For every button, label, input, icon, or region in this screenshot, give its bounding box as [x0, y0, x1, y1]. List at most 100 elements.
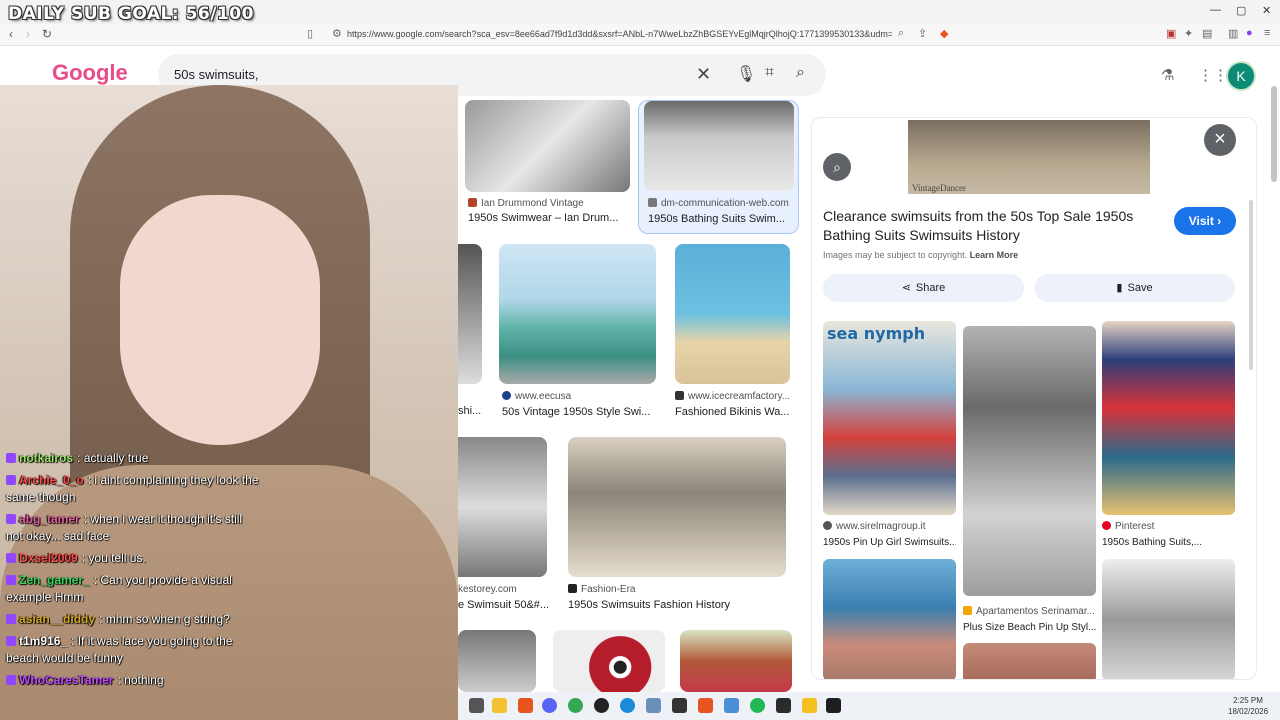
- minimize-icon[interactable]: —: [1210, 4, 1221, 16]
- zoom-icon[interactable]: ⌕: [898, 27, 904, 40]
- result-image[interactable]: [568, 437, 786, 577]
- result-image[interactable]: [458, 244, 482, 384]
- panel-scrollbar[interactable]: [1249, 200, 1253, 370]
- lens-search-icon[interactable]: ⌗: [765, 64, 774, 82]
- related-image[interactable]: [963, 643, 1096, 679]
- page-scrollbar[interactable]: [1271, 86, 1277, 182]
- result-card-selected[interactable]: dm-communication-web.com 1950s Bathing S…: [638, 100, 799, 234]
- search-input[interactable]: 50s swimsuits,: [174, 67, 259, 82]
- extensions-puzzle-icon[interactable]: ✦: [1184, 27, 1193, 40]
- webcam-overlay: notkairos: actually true Archie_0_o: i ai…: [0, 85, 458, 720]
- labs-icon[interactable]: ⚗: [1161, 66, 1174, 84]
- app-icon[interactable]: [672, 698, 687, 713]
- share-button[interactable]: ⋖ Share: [823, 274, 1024, 302]
- related-image[interactable]: [1102, 559, 1235, 679]
- spotify-icon[interactable]: [750, 698, 765, 713]
- chrome-icon[interactable]: [568, 698, 583, 713]
- result-title[interactable]: 1950s Swimsuits Fashion History: [568, 599, 786, 611]
- account-avatar[interactable]: K: [1226, 61, 1256, 91]
- related-image[interactable]: [963, 326, 1096, 596]
- app-icon[interactable]: [724, 698, 739, 713]
- obs-icon[interactable]: [594, 698, 609, 713]
- close-window-icon[interactable]: ✕: [1262, 4, 1271, 17]
- twitch-badge-icon: [6, 553, 16, 563]
- related-title[interactable]: 1950s Bathing Suits,...: [1102, 537, 1235, 548]
- url-field[interactable]: https://www.google.com/search?sca_esv=8e…: [347, 29, 892, 39]
- voice-search-icon[interactable]: 🎙: [736, 64, 756, 84]
- system-clock[interactable]: 2:25 PM 18/02/2026: [1228, 695, 1268, 717]
- visit-button[interactable]: Visit ›: [1174, 207, 1236, 235]
- result-card[interactable]: Fashion-Era 1950s Swimsuits Fashion Hist…: [568, 437, 788, 617]
- result-image[interactable]: [458, 630, 536, 692]
- learn-more-link[interactable]: Learn More: [970, 250, 1019, 260]
- result-image[interactable]: [465, 100, 630, 192]
- terminal-icon[interactable]: [826, 698, 841, 713]
- result-title[interactable]: 50s Vintage 1950s Style Swi...: [502, 406, 657, 418]
- twitch-badge-icon: [6, 636, 16, 646]
- related-title[interactable]: 1950s Pin Up Girl Swimsuits...: [823, 537, 956, 548]
- result-card[interactable]: [680, 630, 792, 692]
- twitch-badge-icon: [6, 614, 16, 624]
- image-preview-panel: VintageDancer ⌕ × Clearance swimsuits fr…: [811, 117, 1257, 680]
- bookmark-icon[interactable]: ▯: [307, 27, 313, 40]
- clear-search-icon[interactable]: ✕: [696, 64, 711, 85]
- search-icon[interactable]: ⌕: [796, 64, 805, 82]
- result-title[interactable]: 1950s Swimwear – Ian Drum...: [468, 212, 628, 224]
- brave-beta-icon[interactable]: [698, 698, 713, 713]
- brave-shield-icon[interactable]: ◆: [940, 27, 948, 40]
- site-settings-icon[interactable]: ⚙: [332, 27, 342, 40]
- edge-icon[interactable]: [620, 698, 635, 713]
- result-card[interactable]: [553, 630, 665, 692]
- result-card[interactable]: [458, 630, 536, 692]
- image-results-grid: Ian Drummond Vintage 1950s Swimwear – Ia…: [458, 100, 808, 692]
- discord-icon[interactable]: [542, 698, 557, 713]
- apps-grid-icon[interactable]: ⋮⋮: [1198, 66, 1228, 84]
- result-image[interactable]: [675, 244, 790, 384]
- lens-search-icon[interactable]: ⌕: [823, 153, 851, 181]
- close-preview-icon[interactable]: ×: [1204, 124, 1236, 156]
- sidebar-toggle-icon[interactable]: ▥: [1228, 27, 1238, 40]
- result-image[interactable]: [644, 101, 794, 191]
- result-title[interactable]: 1950s Bathing Suits Swim...: [648, 213, 793, 225]
- result-title[interactable]: Fashioned Bikinis Wa...: [675, 406, 793, 418]
- result-card[interactable]: shi...: [458, 244, 484, 424]
- result-image[interactable]: [553, 630, 665, 692]
- back-icon[interactable]: ‹: [9, 27, 13, 41]
- chat-message: t1m916_: If it was lace you going to the…: [6, 634, 233, 665]
- wallet-icon[interactable]: ▤: [1202, 27, 1212, 40]
- maximize-icon[interactable]: ▢: [1236, 4, 1246, 17]
- result-card[interactable]: Ian Drummond Vintage 1950s Swimwear – Ia…: [465, 100, 630, 234]
- preview-image[interactable]: VintageDancer: [908, 120, 1150, 194]
- related-image[interactable]: sea nymph: [823, 321, 956, 515]
- preview-title[interactable]: Clearance swimsuits from the 50s Top Sal…: [823, 207, 1153, 245]
- app-icon[interactable]: [802, 698, 817, 713]
- brave-icon[interactable]: [518, 698, 533, 713]
- app-icon[interactable]: [776, 698, 791, 713]
- twitch-badge-icon: [6, 453, 16, 463]
- result-title[interactable]: shi...: [458, 405, 482, 417]
- google-logo[interactable]: Google: [52, 60, 128, 86]
- result-card[interactable]: www.icecreamfactory... Fashioned Bikinis…: [675, 244, 793, 424]
- share-page-icon[interactable]: ⇪: [918, 27, 927, 40]
- result-title[interactable]: e Swimsuit 50&#...: [458, 599, 548, 611]
- file-explorer-icon[interactable]: [492, 698, 507, 713]
- chat-message: Dxsel2009: you tell us.: [6, 550, 261, 567]
- task-view-icon[interactable]: [469, 698, 484, 713]
- reload-icon[interactable]: ↻: [42, 27, 52, 41]
- profile-icon[interactable]: ●: [1246, 27, 1253, 39]
- result-image[interactable]: [458, 437, 547, 577]
- extension-icon[interactable]: ▣: [1166, 27, 1176, 40]
- clock-date: 18/02/2026: [1228, 707, 1269, 716]
- related-image[interactable]: [823, 559, 956, 679]
- result-image[interactable]: [499, 244, 656, 384]
- related-title[interactable]: Plus Size Beach Pin Up Styl...: [963, 622, 1096, 633]
- app-icon[interactable]: [646, 698, 661, 713]
- related-image[interactable]: [1102, 321, 1235, 515]
- save-button[interactable]: ▮ Save: [1034, 274, 1235, 302]
- result-image[interactable]: [680, 630, 792, 692]
- related-source: Apartamentos Serinamar...: [963, 606, 1096, 617]
- result-card[interactable]: kestorey.com e Swimsuit 50&#...: [458, 437, 548, 617]
- menu-icon[interactable]: ≡: [1264, 27, 1270, 39]
- forward-icon[interactable]: ›: [26, 27, 30, 41]
- result-card[interactable]: www.eecusa 50s Vintage 1950s Style Swi..…: [499, 244, 657, 424]
